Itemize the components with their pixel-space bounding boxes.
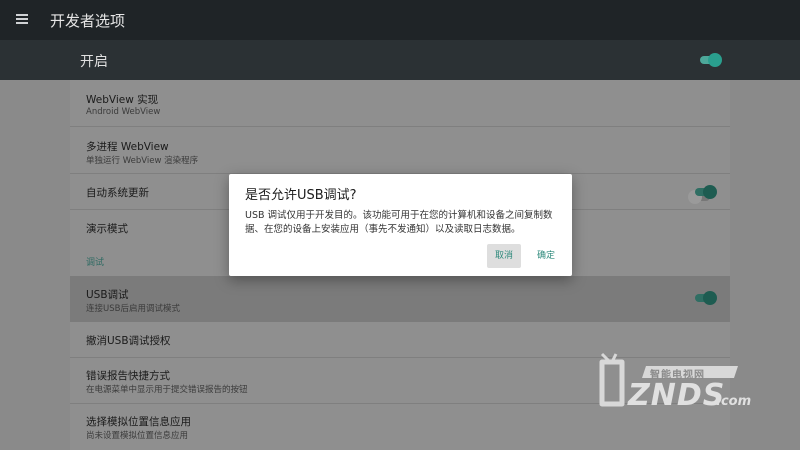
row-subtitle: Android WebView [86, 107, 161, 117]
section-header-debug: 调试 [86, 258, 105, 268]
usb-debugging-toggle[interactable] [693, 291, 717, 305]
row-title: USB调试 [86, 289, 129, 301]
master-switch-label: 开启 [80, 54, 108, 70]
row-subtitle: 尚未设置模拟位置信息应用 [86, 431, 189, 441]
znds-watermark: 智能电视网 ZNDS .com [588, 352, 788, 422]
app-bar: 开发者选项 [0, 0, 800, 40]
auto-update-toggle[interactable] [693, 185, 717, 199]
row-title: 撤消USB调试授权 [86, 335, 171, 347]
row-title: 自动系统更新 [86, 187, 149, 199]
master-switch-row[interactable]: 开启 [0, 40, 800, 80]
row-title: 演示模式 [86, 223, 128, 235]
usb-debugging-dialog: 是否允许USB调试? USB 调试仅用于开发目的。该功能可用于在您的计算机和设备… [229, 174, 572, 276]
row-subtitle: 单独运行 WebView 渲染程序 [86, 156, 199, 166]
cancel-button[interactable]: 取消 [487, 244, 521, 268]
row-title: 多进程 WebView [86, 141, 169, 153]
row-title: WebView 实现 [86, 94, 159, 106]
dialog-title: 是否允许USB调试? [245, 188, 357, 203]
page-title: 开发者选项 [50, 12, 126, 30]
row-subtitle: 连接USB后启用调试模式 [86, 304, 180, 314]
row-title: 错误报告快捷方式 [86, 370, 170, 382]
watermark-brand: ZNDS [628, 378, 726, 413]
row-multiprocess-webview[interactable]: 多进程 WebView 单独运行 WebView 渲染程序 [70, 127, 730, 204]
ok-button[interactable]: 确定 [529, 244, 563, 268]
dialog-message: USB 调试仅用于开发目的。该功能可用于在您的计算机和设备之间复制数据、在您的设… [245, 210, 553, 235]
row-title: 选择模拟位置信息应用 [86, 416, 191, 428]
menu-icon[interactable] [16, 14, 28, 24]
watermark-domain: .com [716, 394, 752, 409]
row-webview-implementation[interactable]: WebView 实现 Android WebView [70, 80, 730, 127]
row-subtitle: 在电源菜单中显示用于提交错误报告的按钮 [86, 385, 248, 395]
row-usb-debugging[interactable]: USB调试 连接USB后启用调试模式 [70, 276, 730, 322]
master-toggle[interactable] [698, 53, 722, 67]
